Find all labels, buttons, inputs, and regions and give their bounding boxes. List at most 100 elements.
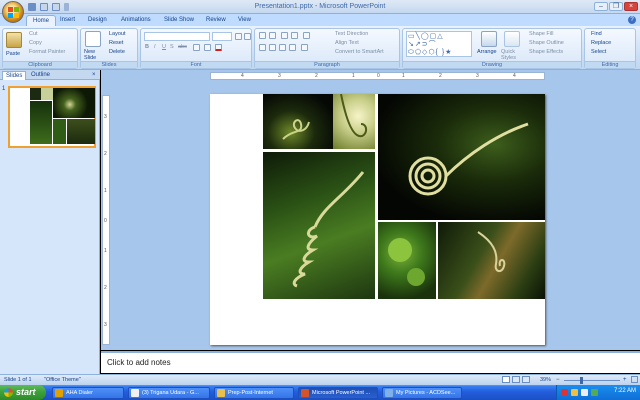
new-slide-button[interactable]: New Slide (84, 49, 104, 61)
tab-design[interactable]: Design (82, 15, 113, 26)
quick-styles-icon[interactable] (504, 31, 520, 47)
copy-button[interactable]: Copy (29, 40, 42, 47)
numbering-icon[interactable] (269, 32, 276, 39)
fit-to-window-icon[interactable] (631, 376, 638, 383)
quick-styles-button[interactable]: Quick Styles (501, 49, 523, 61)
convert-smartart-button[interactable]: Convert to SmartArt (335, 49, 384, 56)
strikethrough-icon[interactable]: abc (178, 44, 187, 51)
normal-view-icon[interactable] (502, 376, 510, 383)
font-size-input[interactable] (212, 32, 232, 41)
tab-slides[interactable]: Slides (2, 71, 27, 80)
volume-icon[interactable] (581, 389, 588, 396)
task-prep-post[interactable]: Prep-Post-Internet (214, 387, 294, 399)
decrease-indent-icon[interactable] (281, 32, 288, 39)
new-slide-icon[interactable] (85, 31, 101, 47)
shape-effects-button[interactable]: Shape Effects (529, 49, 563, 56)
italic-icon[interactable]: I (154, 44, 156, 51)
align-right-icon[interactable] (279, 44, 286, 51)
align-center-icon[interactable] (269, 44, 276, 51)
ruler-tick: 1 (352, 73, 355, 79)
ruler-tick: 2 (439, 73, 442, 79)
tendril-shape (340, 94, 367, 138)
zoom-slider-thumb[interactable] (580, 377, 583, 384)
notes-placeholder: Click to add notes (107, 358, 171, 367)
shadow-icon[interactable]: S (170, 44, 174, 51)
tab-home[interactable]: Home (26, 15, 57, 26)
task-label: Prep-Post-Internet (228, 390, 273, 396)
shapes-gallery[interactable]: ▭╲◯▢△ ↘↗⊃⌒ ⬭⬠◇⬡{ }★ (406, 31, 472, 57)
photo-tendril-small[interactable] (263, 94, 333, 149)
reset-button[interactable]: Reset (109, 40, 123, 47)
tab-outline[interactable]: Outline (28, 71, 53, 80)
office-button[interactable] (2, 1, 24, 23)
tab-review[interactable]: Review (200, 15, 232, 26)
tab-view[interactable]: View (232, 15, 257, 26)
grow-font-icon[interactable] (235, 33, 242, 40)
line-spacing-icon[interactable] (303, 32, 310, 39)
arrange-button[interactable]: Arrange (477, 49, 497, 56)
tray-icon[interactable] (571, 389, 578, 396)
tab-slide-show[interactable]: Slide Show (158, 15, 200, 26)
shape-outline-button[interactable]: Shape Outline (529, 40, 564, 47)
zoom-out-icon[interactable]: − (556, 377, 560, 383)
tab-insert[interactable]: Insert (54, 15, 81, 26)
photo-tendril-ground[interactable] (438, 222, 545, 299)
minimize-button[interactable]: – (594, 2, 608, 11)
format-painter-button[interactable]: Format Painter (29, 49, 65, 56)
photo-coil-tall[interactable] (263, 152, 375, 299)
start-button[interactable]: start (0, 385, 46, 400)
photo-spiral-large[interactable] (378, 94, 545, 220)
delete-button[interactable]: Delete (109, 49, 125, 56)
font-name-input[interactable] (144, 32, 210, 41)
close-pane-icon[interactable]: × (92, 72, 96, 78)
task-powerpoint[interactable]: Microsoft PowerPoint ... (298, 387, 378, 399)
photo-tendril-bright[interactable] (333, 94, 375, 149)
vertical-ruler[interactable]: 3 2 1 0 1 2 3 (102, 95, 110, 345)
slide-canvas[interactable] (210, 94, 545, 345)
zoom-level[interactable]: 39% (540, 375, 551, 385)
text-direction-button[interactable]: Text Direction (335, 31, 368, 38)
zoom-slider[interactable] (564, 380, 620, 381)
close-button[interactable]: × (624, 2, 638, 11)
paste-icon[interactable] (6, 32, 22, 48)
photo-green-leaves[interactable] (378, 222, 436, 299)
clock: 7:22 AM (613, 388, 636, 394)
tray-icon[interactable] (561, 389, 568, 396)
task-browser[interactable]: (3) Trigana Udara - G... (128, 387, 210, 399)
window-title: Presentation1.pptx - Microsoft PowerPoin… (254, 3, 386, 10)
layout-button[interactable]: Layout (109, 31, 126, 38)
ruler-tick: 3 (104, 114, 107, 120)
shrink-font-icon[interactable] (244, 33, 251, 40)
bullets-icon[interactable] (259, 32, 266, 39)
replace-button[interactable]: Replace (591, 40, 611, 47)
arrange-icon[interactable] (481, 31, 497, 47)
align-left-icon[interactable] (259, 44, 266, 51)
notes-pane[interactable]: Click to add notes (101, 351, 640, 373)
select-button[interactable]: Select (591, 49, 606, 56)
shape-fill-button[interactable]: Shape Fill (529, 31, 553, 38)
help-icon[interactable]: ? (628, 16, 636, 24)
zoom-in-icon[interactable]: + (623, 377, 627, 383)
tab-animations[interactable]: Animations (115, 15, 157, 26)
cut-button[interactable]: Cut (29, 31, 38, 38)
find-button[interactable]: Find (591, 31, 602, 38)
sorter-view-icon[interactable] (512, 376, 520, 383)
maximize-button[interactable]: ❐ (609, 2, 623, 11)
justify-icon[interactable] (289, 44, 296, 51)
task-aha-dialer[interactable]: AHA Dialer (52, 387, 124, 399)
paste-button[interactable]: Paste (6, 51, 20, 58)
powerpoint-icon (301, 389, 309, 397)
network-icon[interactable] (591, 389, 598, 396)
underline-icon[interactable]: U (162, 44, 166, 51)
columns-icon[interactable] (301, 44, 308, 51)
font-color-icon[interactable] (215, 44, 222, 51)
align-text-button[interactable]: Align Text (335, 40, 359, 47)
change-case-icon[interactable] (204, 44, 211, 51)
horizontal-ruler[interactable]: 4 3 2 1 0 1 2 3 4 (210, 72, 545, 80)
task-acdsee[interactable]: My Pictures - ACDSee... (382, 387, 462, 399)
bold-icon[interactable]: B (145, 44, 149, 51)
char-spacing-icon[interactable] (193, 44, 200, 51)
slideshow-view-icon[interactable] (522, 376, 530, 383)
increase-indent-icon[interactable] (291, 32, 298, 39)
slide-thumbnail[interactable] (8, 86, 96, 148)
